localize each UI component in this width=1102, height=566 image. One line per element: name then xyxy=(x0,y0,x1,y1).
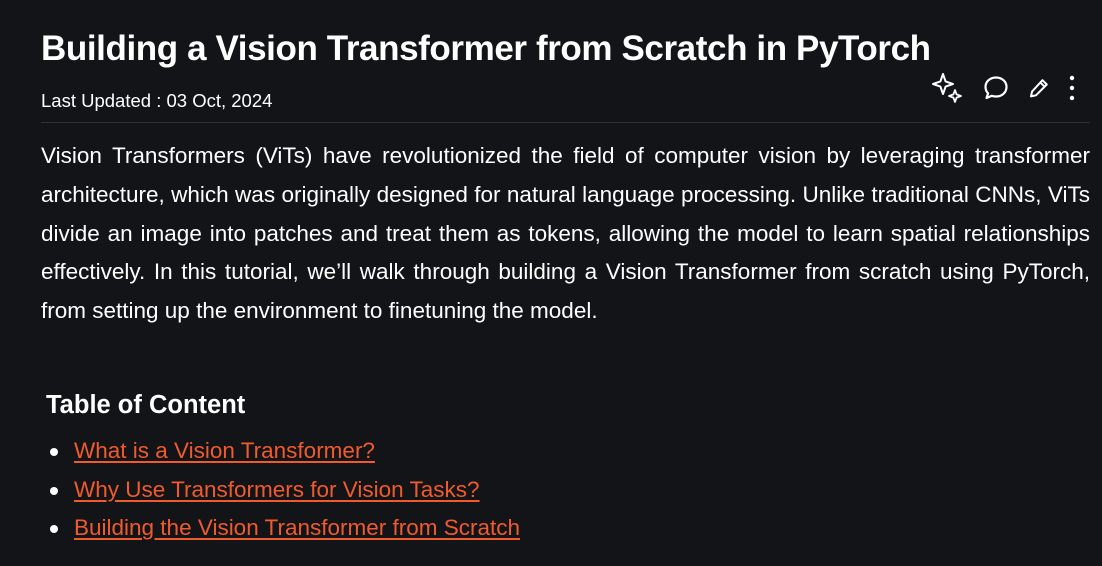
toc-item: Building the Vision Transformer from Scr… xyxy=(50,509,520,548)
ai-summary-button[interactable] xyxy=(930,70,966,106)
bullet-icon xyxy=(50,448,58,456)
more-options-button[interactable] xyxy=(1062,70,1082,106)
bullet-icon xyxy=(50,486,58,495)
last-updated-date: Last Updated : 03 Oct, 2024 xyxy=(41,90,273,111)
intro-paragraph: Vision Transformers (ViTs) have revoluti… xyxy=(41,143,1090,324)
article-title: Building a Vision Transformer from Scrat… xyxy=(41,29,931,68)
bullet-icon xyxy=(50,525,58,534)
vertical-dots-icon xyxy=(1069,75,1075,101)
toc-item: What is a Vision Transformer? xyxy=(50,432,520,471)
article-actions-toolbar xyxy=(930,70,1082,106)
comment-button[interactable] xyxy=(978,70,1014,106)
header-divider xyxy=(41,122,1090,123)
toc-heading: Table of Content xyxy=(46,391,246,419)
toc-link-building-vit[interactable]: Building the Vision Transformer from Scr… xyxy=(74,515,520,540)
edit-button[interactable] xyxy=(1024,70,1054,106)
speech-bubble-icon xyxy=(984,76,1008,100)
sparkles-icon xyxy=(932,73,962,103)
toc-list: What is a Vision Transformer? Why Use Tr… xyxy=(41,432,520,548)
article: Building a Vision Transformer from Scrat… xyxy=(41,0,1090,566)
toc-link-why-transformers[interactable]: Why Use Transformers for Vision Tasks? xyxy=(74,477,480,502)
pencil-icon xyxy=(1030,79,1048,98)
toc-item: Why Use Transformers for Vision Tasks? xyxy=(50,471,520,510)
toc-link-what-is-vit[interactable]: What is a Vision Transformer? xyxy=(74,438,375,463)
